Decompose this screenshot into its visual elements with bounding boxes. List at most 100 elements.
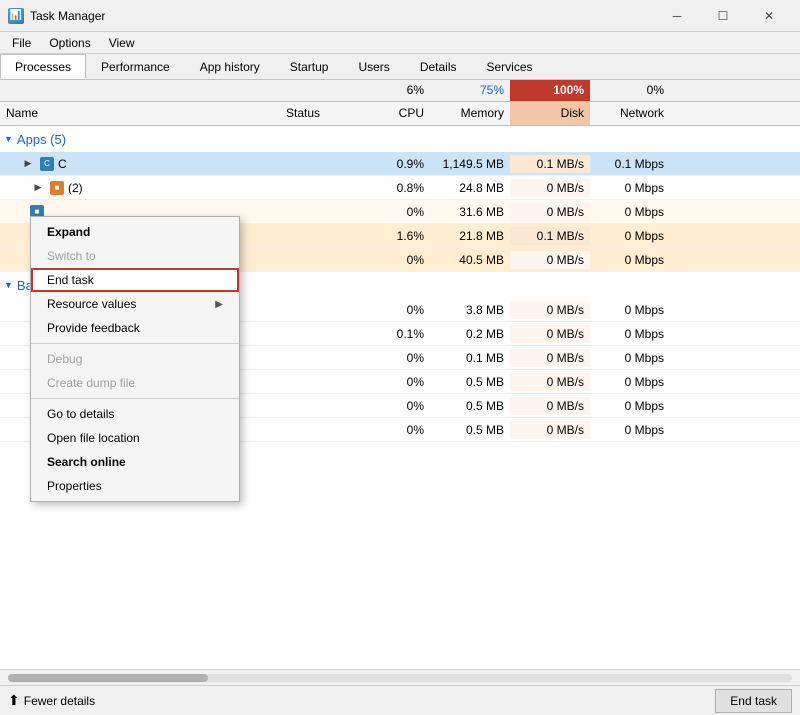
process-status xyxy=(280,186,360,190)
col-header-memory[interactable]: Memory xyxy=(430,102,510,125)
process-cpu: 0% xyxy=(360,203,430,221)
process-disk: 0 MB/s xyxy=(510,301,590,319)
bottom-bar: ⬆ Fewer details End task xyxy=(0,685,800,715)
ctx-resource-values[interactable]: Resource values ▶ xyxy=(31,292,239,316)
end-task-button[interactable]: End task xyxy=(715,689,792,713)
hscroll-track xyxy=(8,674,792,682)
apps-section-label: Apps (5) xyxy=(17,132,66,147)
process-name: ▶ ■ (2) xyxy=(0,178,280,198)
expand-arrow-icon[interactable]: ▶ xyxy=(20,156,36,172)
title-bar: 📊 Task Manager ─ ☐ ✕ xyxy=(0,0,800,32)
ctx-create-dump: Create dump file xyxy=(31,371,239,395)
ctx-debug: Debug xyxy=(31,347,239,371)
ctx-provide-feedback[interactable]: Provide feedback xyxy=(31,316,239,340)
ctx-search-online[interactable]: Search online xyxy=(31,450,239,474)
tab-users[interactable]: Users xyxy=(343,54,404,79)
menu-view[interactable]: View xyxy=(101,34,143,52)
process-status xyxy=(280,258,360,262)
ctx-separator-2 xyxy=(31,398,239,399)
process-cpu: 0.8% xyxy=(360,179,430,197)
ctx-properties[interactable]: Properties xyxy=(31,474,239,498)
tab-performance[interactable]: Performance xyxy=(86,54,185,79)
process-net: 0.1 Mbps xyxy=(590,155,670,173)
process-cpu: 0% xyxy=(360,349,430,367)
process-mem: 24.8 MB xyxy=(430,179,510,197)
pct-status-spacer xyxy=(280,80,360,101)
process-mem: 0.5 MB xyxy=(430,421,510,439)
horizontal-scrollbar[interactable] xyxy=(0,669,800,685)
col-header-status[interactable]: Status xyxy=(280,102,360,125)
hscroll-thumb[interactable] xyxy=(8,674,208,682)
menu-options[interactable]: Options xyxy=(41,34,98,52)
fewer-details-label: Fewer details xyxy=(24,694,95,708)
process-disk: 0 MB/s xyxy=(510,203,590,221)
apps-section-header: ▼ Apps (5) xyxy=(0,126,800,152)
process-net: 0 Mbps xyxy=(590,301,670,319)
pct-name-spacer xyxy=(0,80,280,101)
window-title: Task Manager xyxy=(30,9,105,23)
menu-bar: File Options View xyxy=(0,32,800,54)
expand-arrow-icon[interactable]: ▶ xyxy=(30,180,46,196)
process-disk: 0 MB/s xyxy=(510,179,590,197)
process-disk: 0.1 MB/s xyxy=(510,227,590,245)
fewer-details-icon: ⬆ xyxy=(8,692,20,709)
process-status xyxy=(280,210,360,214)
background-expand-icon[interactable]: ▼ xyxy=(4,280,13,290)
minimize-button[interactable]: ─ xyxy=(654,0,700,32)
process-mem: 3.8 MB xyxy=(430,301,510,319)
process-status xyxy=(280,234,360,238)
process-mem: 1,149.5 MB xyxy=(430,155,510,173)
ctx-expand[interactable]: Expand xyxy=(31,220,239,244)
col-header-disk[interactable]: Disk xyxy=(510,102,590,125)
process-net: 0 Mbps xyxy=(590,203,670,221)
process-status xyxy=(280,380,360,384)
process-status xyxy=(280,308,360,312)
process-cpu: 0.9% xyxy=(360,155,430,173)
window-controls: ─ ☐ ✕ xyxy=(654,0,792,32)
maximize-button[interactable]: ☐ xyxy=(700,0,746,32)
ctx-go-to-details[interactable]: Go to details xyxy=(31,402,239,426)
process-name: ▶ C C xyxy=(0,154,280,174)
process-name-text: (2) xyxy=(68,181,83,195)
process-mem: 21.8 MB xyxy=(430,227,510,245)
ctx-open-file-location[interactable]: Open file location xyxy=(31,426,239,450)
process-cpu: 0% xyxy=(360,373,430,391)
process-status xyxy=(280,162,360,166)
process-cpu: 0.1% xyxy=(360,325,430,343)
process-disk: 0 MB/s xyxy=(510,373,590,391)
col-header-name[interactable]: Name xyxy=(0,102,280,125)
fewer-details-button[interactable]: ⬆ Fewer details xyxy=(8,692,95,709)
ctx-separator xyxy=(31,343,239,344)
apps-expand-icon[interactable]: ▼ xyxy=(4,134,13,144)
process-disk: 0.1 MB/s xyxy=(510,155,590,173)
process-disk: 0 MB/s xyxy=(510,325,590,343)
menu-file[interactable]: File xyxy=(4,34,39,52)
process-status xyxy=(280,404,360,408)
process-row[interactable]: ▶ ■ (2) 0.8% 24.8 MB 0 MB/s 0 Mbps xyxy=(0,176,800,200)
process-cpu: 0% xyxy=(360,251,430,269)
process-disk: 0 MB/s xyxy=(510,349,590,367)
process-net: 0 Mbps xyxy=(590,397,670,415)
process-status xyxy=(280,428,360,432)
app-icon: 📊 xyxy=(8,8,24,24)
process-row[interactable]: ▶ C C 0.9% 1,149.5 MB 0.1 MB/s 0.1 Mbps xyxy=(0,152,800,176)
ctx-switch-to: Switch to xyxy=(31,244,239,268)
process-cpu: 1.6% xyxy=(360,227,430,245)
col-header-network[interactable]: Network xyxy=(590,102,670,125)
close-button[interactable]: ✕ xyxy=(746,0,792,32)
process-name-text: C xyxy=(58,157,67,171)
tab-processes[interactable]: Processes xyxy=(0,54,86,79)
col-header-cpu[interactable]: CPU xyxy=(360,102,430,125)
ctx-end-task[interactable]: End task xyxy=(31,268,239,292)
tab-details[interactable]: Details xyxy=(405,54,472,79)
tab-services[interactable]: Services xyxy=(472,54,548,79)
process-mem: 0.5 MB xyxy=(430,397,510,415)
process-icon: ■ xyxy=(50,181,64,195)
context-menu: Expand Switch to End task Resource value… xyxy=(30,216,240,502)
tab-startup[interactable]: Startup xyxy=(275,54,344,79)
tab-app-history[interactable]: App history xyxy=(185,54,275,79)
process-mem: 0.2 MB xyxy=(430,325,510,343)
process-cpu: 0% xyxy=(360,301,430,319)
table-body[interactable]: ▼ Apps (5) ▶ C C 0.9% 1,149.5 MB 0.1 MB/… xyxy=(0,126,800,669)
column-headers: Name Status CPU Memory Disk Network xyxy=(0,102,800,126)
